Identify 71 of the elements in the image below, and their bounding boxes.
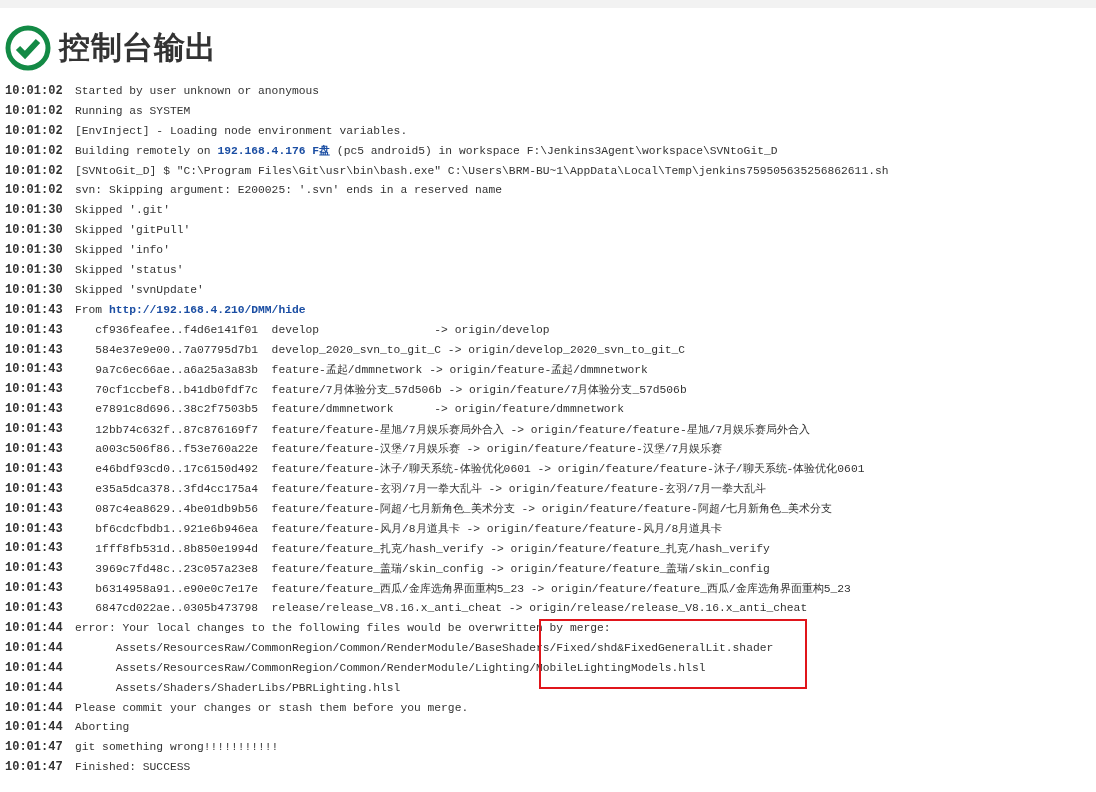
log-timestamp: 10:01:43: [5, 422, 64, 437]
log-timestamp: 10:01:02: [5, 163, 64, 178]
log-timestamp: 10:01:30: [5, 262, 64, 277]
log-timestamp: 10:01:47: [5, 740, 64, 755]
log-message: Skipped 'info': [75, 244, 170, 257]
log-message: 1fff8fb531d..8b850e1994d feature/feature_扎克/hash_verify -> origin/feature/feature_扎克/hash_verify: [94, 541, 770, 556]
log-timestamp: 10:01:43: [5, 342, 64, 357]
log-message: 12bb74c632f..87c876169f7 feature/feature-星旭/7月娱乐赛局外合入 -> origin/feature/feature-星旭/7月娱乐赛局外合入: [94, 422, 811, 437]
log-message: cf936feafee..f4d6e141f01 develop -> origin/develop: [94, 323, 550, 336]
log-message: Building remotely on 192.168.4.176 F盘 (pc5 android5) in workspace F:\Jenkins3Agent\workspace\SVNtoGit_D: [75, 144, 778, 159]
log-message: e46bdf93cd0..17c6150d492 feature/feature-沐子/聊天系统-体验优化0601 -> origin/feature/feature-沐子/聊天系统-体验优化0601: [94, 462, 865, 477]
log-timestamp: 10:01:43: [5, 521, 64, 536]
log-message: Finished: SUCCESS: [75, 761, 191, 774]
log-timestamp: 10:01:02: [5, 103, 64, 118]
log-message: b6314958a91..e90e0c7e17e feature/feature_西瓜/金库选角界面重构5_23 -> origin/feature/feature_西瓜/金库选角界面重构5_23: [94, 581, 851, 596]
log-timestamp: 10:01:30: [5, 223, 64, 238]
log-timestamp: 10:01:02: [5, 83, 64, 98]
log-message: Please commit your changes or stash them before you merge.: [75, 701, 469, 714]
log-message: [EnvInject] - Loading node environment variables.: [75, 124, 408, 137]
log-timestamp: 10:01:02: [5, 123, 64, 138]
log-message: 70cf1ccbef8..b41db0fdf7c feature/7月体验分支_57d506b -> origin/feature/7月体验分支_57d506b: [94, 382, 687, 397]
log-message: git something wrong!!!!!!!!!!!: [75, 741, 279, 754]
page-title: 控制台输出: [59, 28, 217, 67]
log-message: Running as SYSTEM: [75, 104, 191, 117]
log-message: Skipped '.git': [75, 204, 170, 217]
log-timestamp: 10:01:43: [5, 302, 64, 317]
log-timestamp: 10:01:43: [5, 601, 64, 616]
log-timestamp: 10:01:43: [5, 501, 64, 516]
log-message: svn: Skipping argument: E200025: '.svn' ends in a reserved name: [75, 184, 503, 197]
success-check-icon: [5, 25, 51, 71]
log-timestamp: 10:01:44: [5, 640, 64, 655]
log-message: 087c4ea8629..4be01db9b56 feature/feature-阿超/七月新角色_美术分支 -> origin/feature/feature-阿超/七月新角色_美术分支: [94, 501, 833, 517]
log-timestamp: 10:01:43: [5, 581, 64, 596]
log-timestamp: 10:01:30: [5, 282, 64, 297]
log-message: 9a7c6ec66ae..a6a25a3a83b feature-孟起/dmmnetwork -> origin/feature-孟起/dmmnetwork: [94, 362, 648, 377]
log-message: Assets/Shaders/ShaderLibs/PBRLighting.hlsl: [114, 681, 401, 694]
log-message: [SVNtoGit_D] $ "C:\Program Files\Git\usr\bin\bash.exe" C:\Users\BRM-BU~1\AppData\Local\Temp\jenkins759505635256862611.sh: [75, 164, 889, 177]
log-message: Skipped 'gitPull': [75, 224, 191, 237]
log-timestamp: 10:01:30: [5, 243, 64, 258]
log-message: bf6cdcfbdb1..921e6b946ea feature/feature-风月/8月道具卡 -> origin/feature/feature-风月/8月道具卡: [94, 522, 723, 537]
log-timestamp: 10:01:44: [5, 700, 64, 715]
log-timestamp: 10:01:43: [5, 541, 64, 556]
log-message: 584e37e9e00..7a07795d7b1 develop_2020_svn_to_git_C -> origin/develop_2020_svn_to_git_C: [94, 343, 686, 356]
host-link[interactable]: 192.168.4.176 F盘: [217, 145, 331, 158]
log-message: e35a5dca378..3fd4cc175a4 feature/feature-玄羽/7月一拳大乱斗 -> origin/feature/feature-玄羽/7月一拳大乱斗: [94, 482, 767, 497]
log-message: Skipped 'status': [75, 263, 184, 276]
log-timestamp: 10:01:44: [5, 660, 64, 675]
log-timestamp: 10:01:02: [5, 183, 64, 198]
log-message: e7891c8d696..38c2f7503b5 feature/dmmnetwork -> origin/feature/dmmnetwork: [94, 403, 625, 416]
log-timestamp: 10:01:30: [5, 203, 64, 218]
log-timestamp: 10:01:43: [5, 481, 64, 496]
log-message: Skipped 'svnUpdate': [75, 283, 204, 296]
log-timestamp: 10:01:43: [5, 322, 64, 337]
log-timestamp: 10:01:44: [5, 621, 64, 635]
log-timestamp: 10:01:02: [5, 143, 64, 158]
log-timestamp: 10:01:43: [5, 402, 64, 417]
log-timestamp: 10:01:43: [5, 461, 64, 476]
log-timestamp: 10:01:44: [5, 720, 64, 735]
host-link[interactable]: http://192.168.4.210/DMM/hide: [108, 303, 306, 316]
log-timestamp: 10:01:43: [5, 441, 64, 456]
log-timestamp: 10:01:43: [5, 362, 64, 377]
log-timestamp: 10:01:44: [5, 680, 64, 695]
log-message: Started by user unknown or anonymous: [75, 84, 320, 97]
log-message: From http://192.168.4.210/DMM/hide: [75, 303, 306, 316]
log-timestamp: 10:01:43: [5, 382, 64, 397]
log-timestamp: 10:01:43: [5, 561, 64, 576]
log-timestamp: 10:01:47: [5, 760, 64, 775]
log-message: a003c506f86..f53e760a22e feature/feature-汉堡/7月娱乐赛 -> origin/feature/feature-汉堡/7月娱乐赛: [94, 442, 723, 457]
log-message: 3969c7fd48c..23c057a23e8 feature/feature_盖瑞/skin_config -> origin/feature/feature_盖瑞/skin_config: [94, 561, 770, 576]
log-message: Aborting: [75, 721, 130, 734]
log-message: 6847cd022ae..0305b473798 release/release_V8.16.x_anti_cheat -> origin/release/release_V8.16.x_anti_cheat: [94, 602, 808, 615]
